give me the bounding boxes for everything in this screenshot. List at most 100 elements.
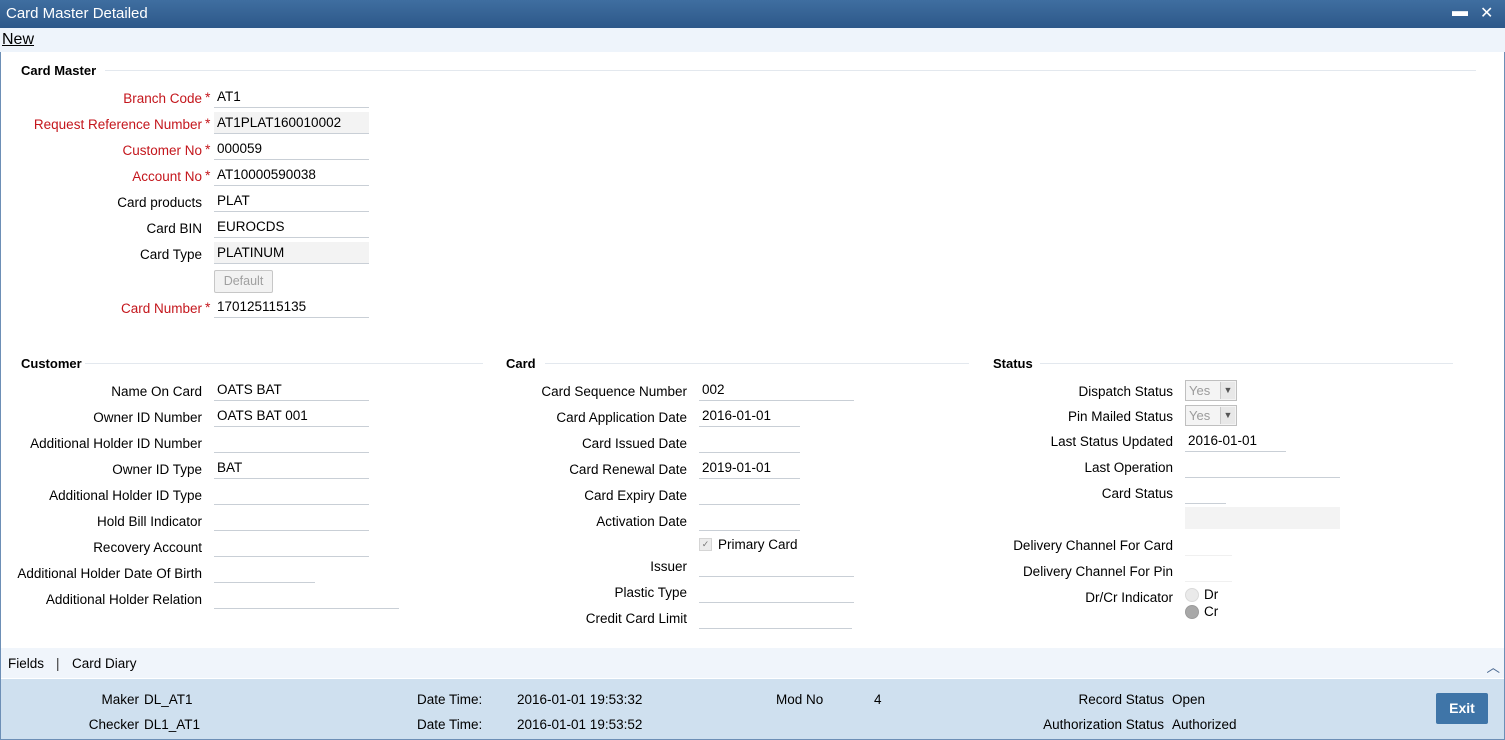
card-issued-date-label: Card Issued Date (581, 436, 687, 451)
card-type-label: Card Type (139, 247, 202, 262)
maker-date-time-label: Date Time: (417, 692, 483, 707)
hold-bill-indicator-field[interactable] (214, 509, 369, 531)
dr-radio[interactable] (1185, 588, 1199, 602)
record-status-label: Record Status (1078, 692, 1164, 707)
chevron-down-icon: ▼ (1220, 407, 1235, 424)
pin-mailed-status-value: Yes (1189, 408, 1211, 423)
customer-no-field[interactable]: 000059 (214, 138, 369, 160)
minimize-icon[interactable]: ▬ (1452, 3, 1468, 21)
maker-value: DL_AT1 (144, 692, 193, 707)
cr-radio[interactable] (1185, 605, 1199, 619)
last-operation-field[interactable] (1185, 456, 1340, 478)
card-status-description-field[interactable] (1185, 507, 1340, 529)
card-number-label: Card Number (120, 301, 202, 316)
card-expiry-date-field[interactable] (699, 483, 800, 505)
card-renewal-date-field[interactable]: 2019-01-01 (699, 457, 800, 479)
card-products-field[interactable]: PLAT (214, 190, 369, 212)
card-bin-field[interactable]: EUROCDS (214, 216, 369, 238)
delivery-channel-pin-field[interactable] (1185, 560, 1232, 582)
recovery-account-label: Recovery Account (93, 540, 202, 555)
card-section-title: Card (506, 356, 536, 371)
authorization-status-value: Authorized (1172, 717, 1237, 732)
additional-holder-id-type-label: Additional Holder ID Type (49, 488, 202, 503)
default-button[interactable]: Default (214, 270, 273, 293)
additional-holder-id-number-label: Additional Holder ID Number (30, 436, 202, 451)
card-expiry-date-label: Card Expiry Date (584, 488, 687, 503)
close-icon[interactable]: ✕ (1480, 3, 1493, 23)
recovery-account-field[interactable] (214, 535, 369, 557)
delivery-channel-card-label: Delivery Channel For Card (1013, 538, 1173, 553)
last-status-updated-field[interactable]: 2016-01-01 (1185, 430, 1286, 452)
last-operation-label: Last Operation (1084, 460, 1173, 475)
card-renewal-date-label: Card Renewal Date (569, 462, 687, 477)
required-marker: * (205, 89, 211, 105)
maker-date-time-value: 2016-01-01 19:53:32 (517, 692, 643, 707)
branch-code-label: Branch Code (123, 91, 202, 106)
new-link[interactable]: New (2, 31, 34, 49)
card-issued-date-field[interactable] (699, 431, 800, 453)
checker-label: Checker (88, 717, 139, 732)
cr-radio-label: Cr (1204, 604, 1219, 619)
issuer-label: Issuer (650, 559, 687, 574)
activation-date-field[interactable] (699, 509, 800, 531)
additional-holder-dob-label: Additional Holder Date Of Birth (17, 566, 202, 581)
issuer-field[interactable] (699, 555, 854, 577)
chevron-up-icon[interactable]: ︿ (1487, 656, 1501, 676)
owner-id-type-field[interactable]: BAT (214, 457, 369, 479)
card-sequence-number-label: Card Sequence Number (541, 384, 687, 399)
primary-card-checkbox[interactable]: ✓ (699, 538, 712, 551)
card-sequence-number-field[interactable]: 002 (699, 379, 854, 401)
required-marker: * (205, 141, 211, 157)
pin-mailed-status-select[interactable]: Yes ▼ (1185, 405, 1237, 426)
owner-id-number-field[interactable]: OATS BAT 001 (214, 405, 369, 427)
request-reference-field[interactable]: AT1PLAT160010002 (214, 112, 369, 134)
card-status-label: Card Status (1101, 486, 1173, 501)
dispatch-status-value: Yes (1189, 383, 1211, 398)
card-type-field[interactable]: PLATINUM (214, 242, 369, 264)
card-number-field[interactable]: 170125115135 (214, 296, 369, 318)
dispatch-status-select[interactable]: Yes ▼ (1185, 380, 1237, 401)
dr-cr-indicator-label: Dr/Cr Indicator (1085, 590, 1173, 605)
dr-radio-label: Dr (1204, 587, 1219, 602)
delivery-channel-pin-label: Delivery Channel For Pin (1022, 564, 1173, 579)
additional-holder-dob-field[interactable] (214, 561, 315, 583)
required-marker: * (205, 299, 211, 315)
additional-holder-relation-field[interactable] (214, 587, 399, 609)
additional-holder-id-type-field[interactable] (214, 483, 369, 505)
customer-section-title: Customer (21, 356, 82, 371)
section-divider (105, 70, 1476, 71)
section-divider (85, 363, 483, 364)
required-marker: * (205, 167, 211, 183)
name-on-card-label: Name On Card (111, 384, 202, 399)
chevron-down-icon: ▼ (1220, 382, 1235, 399)
activation-date-label: Activation Date (596, 514, 687, 529)
additional-holder-id-number-field[interactable] (214, 431, 369, 453)
credit-card-limit-label: Credit Card Limit (585, 611, 687, 626)
checker-value: DL1_AT1 (144, 717, 201, 732)
section-divider (545, 363, 969, 364)
mod-no-label: Mod No (776, 692, 824, 707)
hold-bill-indicator-label: Hold Bill Indicator (96, 514, 202, 529)
fields-tab[interactable]: Fields (8, 656, 44, 671)
branch-code-field[interactable]: AT1 (214, 86, 369, 108)
owner-id-type-label: Owner ID Type (112, 462, 202, 477)
delivery-channel-card-field[interactable] (1185, 534, 1232, 556)
card-application-date-label: Card Application Date (556, 410, 687, 425)
checker-date-time-label: Date Time: (417, 717, 483, 732)
plastic-type-label: Plastic Type (614, 585, 687, 600)
window-title-bar: Card Master Detailed ▬ ✕ (0, 0, 1505, 28)
section-divider (1040, 363, 1453, 364)
account-no-label: Account No (132, 169, 202, 184)
card-status-field[interactable] (1185, 482, 1226, 504)
name-on-card-field[interactable]: OATS BAT (214, 379, 369, 401)
account-no-field[interactable]: AT10000590038 (214, 164, 369, 186)
card-diary-tab[interactable]: Card Diary (72, 656, 137, 671)
maker-label: Maker (101, 692, 139, 707)
credit-card-limit-field[interactable] (699, 607, 852, 629)
card-master-section-title: Card Master (21, 63, 97, 78)
last-status-updated-label: Last Status Updated (1050, 434, 1173, 449)
pin-mailed-status-label: Pin Mailed Status (1067, 409, 1173, 424)
plastic-type-field[interactable] (699, 581, 854, 603)
card-application-date-field[interactable]: 2016-01-01 (699, 405, 800, 427)
exit-button[interactable]: Exit (1436, 693, 1488, 724)
